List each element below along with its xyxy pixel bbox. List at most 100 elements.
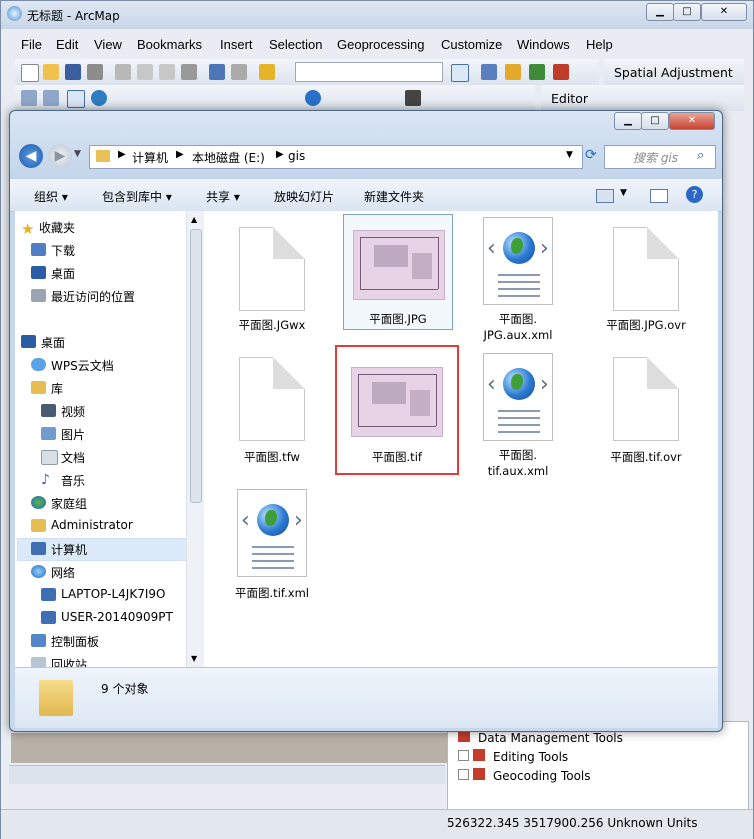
menu-help[interactable]: Help: [586, 37, 613, 52]
nav-homegroup[interactable]: 家庭组: [31, 495, 87, 512]
nav-desktop[interactable]: 桌面: [21, 334, 65, 351]
nav-recent-places[interactable]: 最近访问的位置: [31, 288, 135, 305]
menu-bookmarks[interactable]: Bookmarks: [137, 37, 202, 52]
delete-icon[interactable]: [181, 64, 197, 80]
menu-view[interactable]: View: [94, 37, 122, 52]
scroll-up-arrow[interactable]: ▲: [191, 215, 197, 224]
scroll-down-arrow[interactable]: ▼: [191, 654, 197, 663]
nav-network[interactable]: 网络: [31, 564, 75, 581]
standard-toolbar: [15, 59, 599, 85]
include-in-library-button[interactable]: 包含到库中 ▾: [102, 188, 172, 205]
map-scale-combobox[interactable]: [295, 62, 443, 82]
nav-control-panel[interactable]: 控制面板: [31, 633, 99, 650]
save-icon[interactable]: [65, 64, 81, 80]
catalog-icon[interactable]: [505, 64, 521, 80]
nav-wps-cloud[interactable]: WPS云文档: [31, 357, 114, 374]
file-item-highlighted[interactable]: 平面图.tif: [335, 345, 459, 475]
menu-edit[interactable]: Edit: [56, 37, 78, 52]
add-data-icon[interactable]: [259, 64, 275, 80]
toolbox-item[interactable]: Data Management Tools: [458, 730, 623, 745]
music-icon: ♪: [41, 472, 50, 488]
undo-icon[interactable]: [209, 64, 225, 80]
menu-customize[interactable]: Customize: [441, 37, 502, 52]
nav-scrollbar[interactable]: ▲ ▼: [186, 211, 204, 667]
nav-libraries[interactable]: 库: [31, 380, 63, 397]
copy-icon[interactable]: [137, 64, 153, 80]
file-item[interactable]: 平面图.JGwx: [217, 221, 327, 341]
nav-downloads[interactable]: 下载: [31, 242, 75, 259]
file-item[interactable]: ‹ › 平面图. JPG.aux.xml: [463, 217, 573, 345]
help-icon[interactable]: ?: [686, 186, 703, 203]
organize-button[interactable]: 组织 ▾: [34, 188, 68, 205]
new-folder-button[interactable]: 新建文件夹: [364, 188, 424, 205]
search-input[interactable]: 搜索 gis ⌕: [604, 145, 716, 169]
slideshow-button[interactable]: 放映幻灯片: [274, 188, 334, 205]
back-button[interactable]: ◀: [19, 144, 43, 168]
address-dropdown-icon[interactable]: ▼: [566, 150, 573, 160]
full-extent-icon[interactable]: [91, 90, 107, 106]
refresh-button[interactable]: ⟳: [585, 147, 601, 163]
nav-pictures[interactable]: 图片: [41, 426, 85, 443]
view-options-dropdown[interactable]: ▼: [620, 188, 627, 198]
forward-button[interactable]: ▶: [48, 144, 72, 168]
close-button[interactable]: ✕: [701, 3, 747, 21]
menu-windows[interactable]: Windows: [517, 37, 570, 52]
search-window-icon[interactable]: [529, 64, 545, 80]
explorer-close-button[interactable]: ✕: [669, 112, 715, 130]
file-item[interactable]: 平面图.tfw: [217, 357, 327, 477]
paste-icon[interactable]: [159, 64, 175, 80]
editor-toolbar-icon[interactable]: [451, 64, 469, 82]
file-item-selected[interactable]: 平面图.JPG: [343, 214, 453, 330]
menu-file[interactable]: File: [21, 37, 42, 52]
explorer-maximize-button[interactable]: □: [641, 112, 669, 130]
file-item[interactable]: ‹ › 平面图. tif.aux.xml: [463, 353, 573, 481]
menu-selection[interactable]: Selection: [269, 37, 322, 52]
breadcrumb-drive[interactable]: 本地磁盘 (E:): [192, 149, 265, 166]
user-folder-icon: [31, 519, 46, 532]
nav-documents[interactable]: 文档: [41, 449, 85, 466]
image-thumbnail-icon: [353, 230, 445, 300]
menu-geoprocessing[interactable]: Geoprocessing: [337, 37, 424, 52]
editor-menu[interactable]: Editor: [551, 91, 588, 106]
nav-network-pc-2[interactable]: USER-20140909PT: [41, 610, 173, 624]
identify-icon[interactable]: [305, 90, 321, 106]
minimize-button[interactable]: ▁: [646, 3, 674, 21]
table-of-contents-icon[interactable]: [481, 64, 497, 80]
address-bar[interactable]: ▶ 计算机 ▶ 本地磁盘 (E:) ▶ gis ▼: [89, 145, 583, 169]
new-icon[interactable]: [21, 64, 39, 82]
nav-computer[interactable]: 计算机: [31, 541, 87, 558]
spatial-adjustment-menu[interactable]: Spatial Adjustment: [614, 65, 733, 80]
nav-network-pc-1[interactable]: LAPTOP-L4JK7I9O: [41, 587, 165, 601]
find-icon[interactable]: [405, 90, 421, 106]
arctoolbox-icon[interactable]: [553, 64, 569, 80]
map-area[interactable]: [11, 733, 447, 763]
file-item[interactable]: 平面图.JPG.ovr: [591, 221, 701, 341]
breadcrumb-gis[interactable]: gis: [288, 149, 305, 163]
file-item[interactable]: ‹ › 平面图.tif.xml: [217, 489, 327, 613]
zoom-out-icon[interactable]: [43, 90, 59, 106]
breadcrumb-computer[interactable]: 计算机: [132, 149, 168, 166]
preview-pane-icon[interactable]: [650, 189, 668, 203]
redo-icon[interactable]: [231, 64, 247, 80]
pan-icon[interactable]: [67, 90, 85, 108]
maximize-button[interactable]: □: [673, 3, 701, 21]
spatial-adjustment-toolbar: Spatial Adjustment: [604, 59, 744, 85]
toolbox-item[interactable]: Editing Tools: [458, 749, 568, 764]
recent-pages-dropdown[interactable]: ▼: [74, 149, 81, 159]
nav-favorites[interactable]: ★ 收藏夹: [21, 219, 75, 238]
explorer-minimize-button[interactable]: ▁: [614, 112, 642, 130]
cut-icon[interactable]: [115, 64, 131, 80]
nav-administrator[interactable]: Administrator: [31, 518, 133, 532]
nav-videos[interactable]: 视频: [41, 403, 85, 420]
nav-desktop-favorite[interactable]: 桌面: [31, 265, 75, 282]
print-icon[interactable]: [87, 64, 103, 80]
scroll-thumb[interactable]: [190, 229, 202, 503]
toolbox-item[interactable]: Geocoding Tools: [458, 768, 591, 783]
menu-insert[interactable]: Insert: [220, 37, 253, 52]
open-icon[interactable]: [43, 64, 59, 80]
file-item[interactable]: 平面图.tif.ovr: [591, 357, 701, 477]
view-options-icon[interactable]: [596, 189, 614, 203]
share-button[interactable]: 共享 ▾: [206, 188, 240, 205]
nav-music[interactable]: ♪ 音乐: [41, 472, 85, 489]
zoom-in-icon[interactable]: [21, 90, 37, 106]
